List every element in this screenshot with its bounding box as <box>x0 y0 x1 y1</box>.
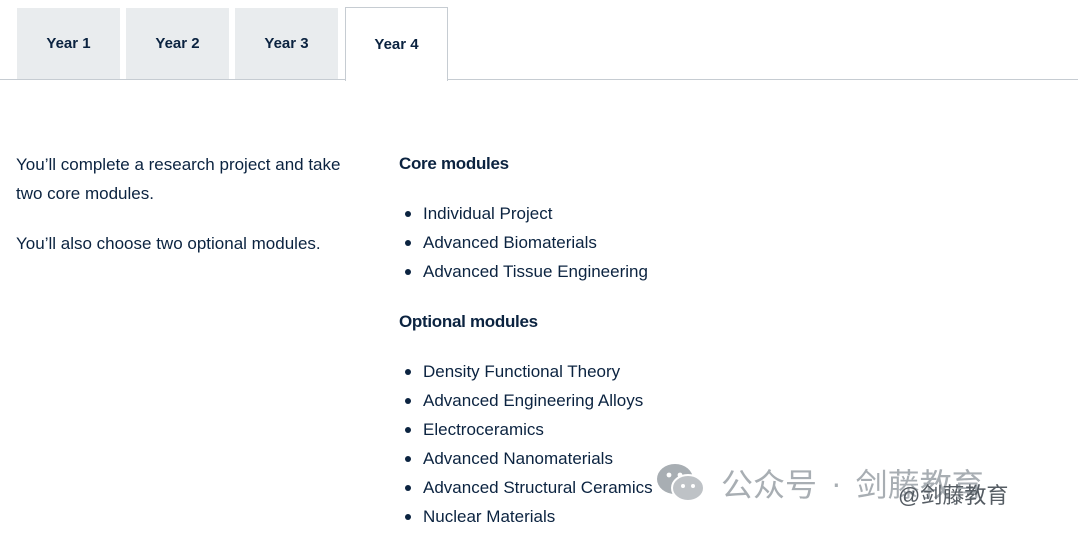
intro-text: You’ll complete a research project and t… <box>16 150 356 279</box>
watermark-text: 公众号 <box>721 467 818 503</box>
tab-year-1[interactable]: Year 1 <box>17 8 120 79</box>
core-modules-list: Individual Project Advanced Biomaterials… <box>399 199 799 286</box>
tab-year-3[interactable]: Year 3 <box>235 8 338 79</box>
list-item: Electroceramics <box>399 415 799 444</box>
list-item: Density Functional Theory <box>399 357 799 386</box>
tab-year-4[interactable]: Year 4 <box>345 7 448 81</box>
tab-year-2[interactable]: Year 2 <box>126 8 229 79</box>
list-item: Advanced Engineering Alloys <box>399 386 799 415</box>
intro-paragraph: You’ll complete a research project and t… <box>16 155 341 203</box>
list-item: Advanced Biomaterials <box>399 228 799 257</box>
list-item: Nuclear Materials <box>399 502 799 531</box>
wechat-icon <box>657 464 705 502</box>
intro-paragraph: You’ll also choose two optional modules. <box>16 234 321 253</box>
list-item: Individual Project <box>399 199 799 228</box>
list-item: Advanced Tissue Engineering <box>399 257 799 286</box>
optional-modules-heading: Optional modules <box>399 312 538 331</box>
tab-bar: Year 1 Year 2 Year 3 Year 4 <box>0 0 1078 81</box>
core-modules-heading: Core modules <box>399 154 509 173</box>
watermark-separator: · <box>831 464 842 501</box>
watermark-subtext: @剑藤教育 <box>898 483 1009 508</box>
